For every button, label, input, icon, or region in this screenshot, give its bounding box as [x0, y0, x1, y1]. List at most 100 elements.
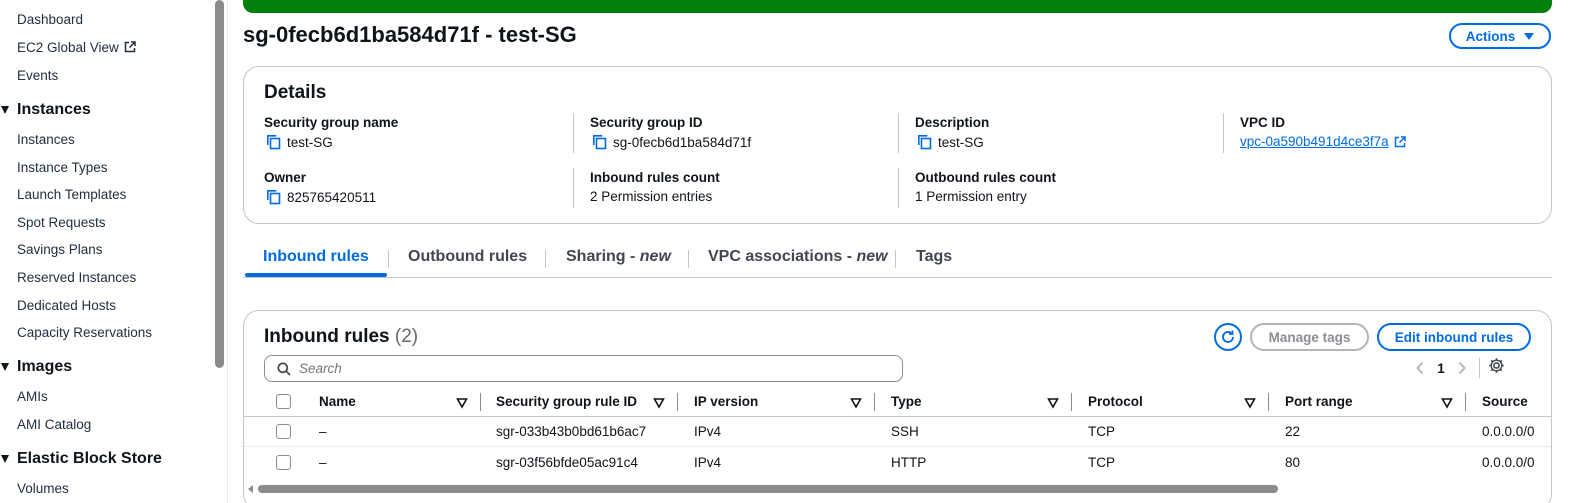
- sidebar-item-savings-plans[interactable]: Savings Plans: [17, 242, 103, 257]
- column-header-ip-version[interactable]: IP version: [694, 394, 758, 409]
- tab-inbound-rules[interactable]: Inbound rules: [263, 248, 369, 266]
- column-divider: [1223, 113, 1224, 153]
- column-divider: [898, 168, 899, 208]
- tab-separator: [688, 250, 689, 268]
- column-divider[interactable]: [677, 393, 678, 411]
- cell-rule-id: sgr-03f56bfde05ac91c4: [496, 455, 638, 470]
- manage-tags-button[interactable]: Manage tags: [1250, 323, 1369, 351]
- sort-icon[interactable]: [456, 397, 468, 409]
- sidebar-section-title: Elastic Block Store: [17, 450, 162, 467]
- caret-down-icon: [1524, 32, 1535, 40]
- column-header-rule-id[interactable]: Security group rule ID: [496, 394, 637, 409]
- sidebar-item-dedicated-hosts[interactable]: Dedicated Hosts: [17, 298, 116, 313]
- edit-inbound-rules-button[interactable]: Edit inbound rules: [1377, 323, 1531, 351]
- select-all-checkbox[interactable]: [276, 394, 291, 409]
- copy-icon[interactable]: [266, 189, 282, 205]
- horizontal-scrollbar[interactable]: [258, 485, 1278, 493]
- column-header-source[interactable]: Source: [1482, 394, 1528, 409]
- search-input[interactable]: [299, 361, 859, 376]
- gear-icon: [1489, 358, 1504, 373]
- field-label: Security group name: [264, 115, 399, 130]
- cell-ip-version: IPv4: [694, 455, 722, 470]
- vpc-id-link[interactable]: vpc-0a590b491d4ce3f7a: [1240, 134, 1389, 149]
- scroll-left-arrow[interactable]: [248, 485, 253, 493]
- sidebar-scrollbar[interactable]: [215, 0, 224, 368]
- sort-icon[interactable]: [1441, 397, 1453, 409]
- sidebar-item-ami-catalog[interactable]: AMI Catalog: [17, 417, 91, 432]
- cell-source: 0.0.0.0/0: [1482, 424, 1535, 439]
- cell-name: –: [319, 455, 327, 470]
- column-header-name[interactable]: Name: [319, 394, 356, 409]
- sort-icon[interactable]: [653, 397, 665, 409]
- sidebar-section-instances[interactable]: Instances: [0, 101, 91, 119]
- cell-source: 0.0.0.0/0: [1482, 455, 1535, 470]
- cell-port-range: 80: [1285, 455, 1301, 470]
- field-value: 1 Permission entry: [915, 189, 1027, 204]
- sort-icon[interactable]: [1047, 397, 1059, 409]
- field-value: test-SG: [287, 134, 333, 150]
- field-label: Security group ID: [590, 115, 703, 130]
- sidebar-item-dashboard[interactable]: Dashboard: [17, 12, 83, 27]
- tab-label: VPC associations -: [708, 248, 857, 265]
- row-checkbox[interactable]: [276, 424, 291, 439]
- cell-name: –: [319, 424, 327, 439]
- copy-icon[interactable]: [592, 134, 608, 150]
- page-number[interactable]: 1: [1431, 361, 1451, 376]
- sidebar-section-title: Images: [17, 358, 73, 375]
- tab-separator: [388, 250, 389, 268]
- sidebar-item-amis[interactable]: AMIs: [17, 389, 48, 404]
- sidebar-item-reserved-instances[interactable]: Reserved Instances: [17, 270, 136, 285]
- sidebar-item-events[interactable]: Events: [17, 68, 58, 83]
- caret-down-icon: [1, 106, 9, 114]
- column-divider: [898, 113, 899, 153]
- column-header-protocol[interactable]: Protocol: [1088, 394, 1143, 409]
- table-row[interactable]: – sgr-033b43b0bd61b6ac7 IPv4 SSH TCP 22 …: [244, 417, 1551, 447]
- copy-icon[interactable]: [917, 134, 933, 150]
- table-settings-button[interactable]: [1488, 357, 1505, 379]
- column-divider[interactable]: [874, 393, 875, 411]
- search-field[interactable]: [264, 355, 903, 382]
- column-divider: [573, 168, 574, 208]
- field-label: Owner: [264, 170, 307, 185]
- tab-outbound-rules[interactable]: Outbound rules: [408, 248, 527, 266]
- tab-tags[interactable]: Tags: [916, 248, 952, 266]
- refresh-button[interactable]: [1214, 323, 1242, 351]
- column-divider[interactable]: [1268, 393, 1269, 411]
- sidebar-section-ebs[interactable]: Elastic Block Store: [0, 450, 162, 468]
- tab-sharing[interactable]: Sharing - new: [566, 248, 671, 266]
- tab-separator: [545, 250, 546, 268]
- column-divider[interactable]: [480, 393, 481, 411]
- tab-separator: [895, 250, 896, 268]
- column-header-port-range[interactable]: Port range: [1285, 394, 1353, 409]
- sidebar-section-images[interactable]: Images: [0, 358, 72, 376]
- tab-vpc-associations[interactable]: VPC associations - new: [708, 248, 888, 266]
- sort-icon[interactable]: [850, 397, 862, 409]
- sidebar-item-instance-types[interactable]: Instance Types: [17, 160, 108, 175]
- copy-icon[interactable]: [266, 134, 282, 150]
- sidebar-item-ec2-global-view[interactable]: EC2 Global View: [17, 40, 136, 55]
- sidebar-item-launch-templates[interactable]: Launch Templates: [17, 187, 126, 202]
- cell-type: SSH: [891, 424, 919, 439]
- row-checkbox[interactable]: [276, 455, 291, 470]
- cell-ip-version: IPv4: [694, 424, 722, 439]
- panel-title: Inbound rules: [264, 326, 390, 347]
- cell-protocol: TCP: [1088, 424, 1115, 439]
- field-label: VPC ID: [1240, 115, 1286, 130]
- sidebar-item-instances[interactable]: Instances: [17, 132, 75, 147]
- next-page-button[interactable]: [1451, 357, 1473, 379]
- sidebar-item-volumes[interactable]: Volumes: [17, 481, 69, 496]
- table-row[interactable]: – sgr-03f56bfde05ac91c4 IPv4 HTTP TCP 80…: [244, 448, 1551, 478]
- column-divider[interactable]: [1071, 393, 1072, 411]
- actions-button[interactable]: Actions: [1449, 23, 1551, 49]
- field-description: Description test-SG: [915, 115, 1215, 150]
- field-security-group-name: Security group name test-SG: [264, 115, 564, 150]
- sidebar-item-capacity-reservations[interactable]: Capacity Reservations: [17, 325, 152, 340]
- sidebar-item-label: EC2 Global View: [17, 40, 119, 55]
- previous-page-button[interactable]: [1409, 357, 1431, 379]
- column-divider[interactable]: [1465, 393, 1466, 411]
- sidebar-item-spot-requests[interactable]: Spot Requests: [17, 215, 106, 230]
- column-header-type[interactable]: Type: [891, 394, 922, 409]
- sort-icon[interactable]: [1244, 397, 1256, 409]
- cell-protocol: TCP: [1088, 455, 1115, 470]
- field-security-group-id: Security group ID sg-0fecb6d1ba584d71f: [590, 115, 890, 150]
